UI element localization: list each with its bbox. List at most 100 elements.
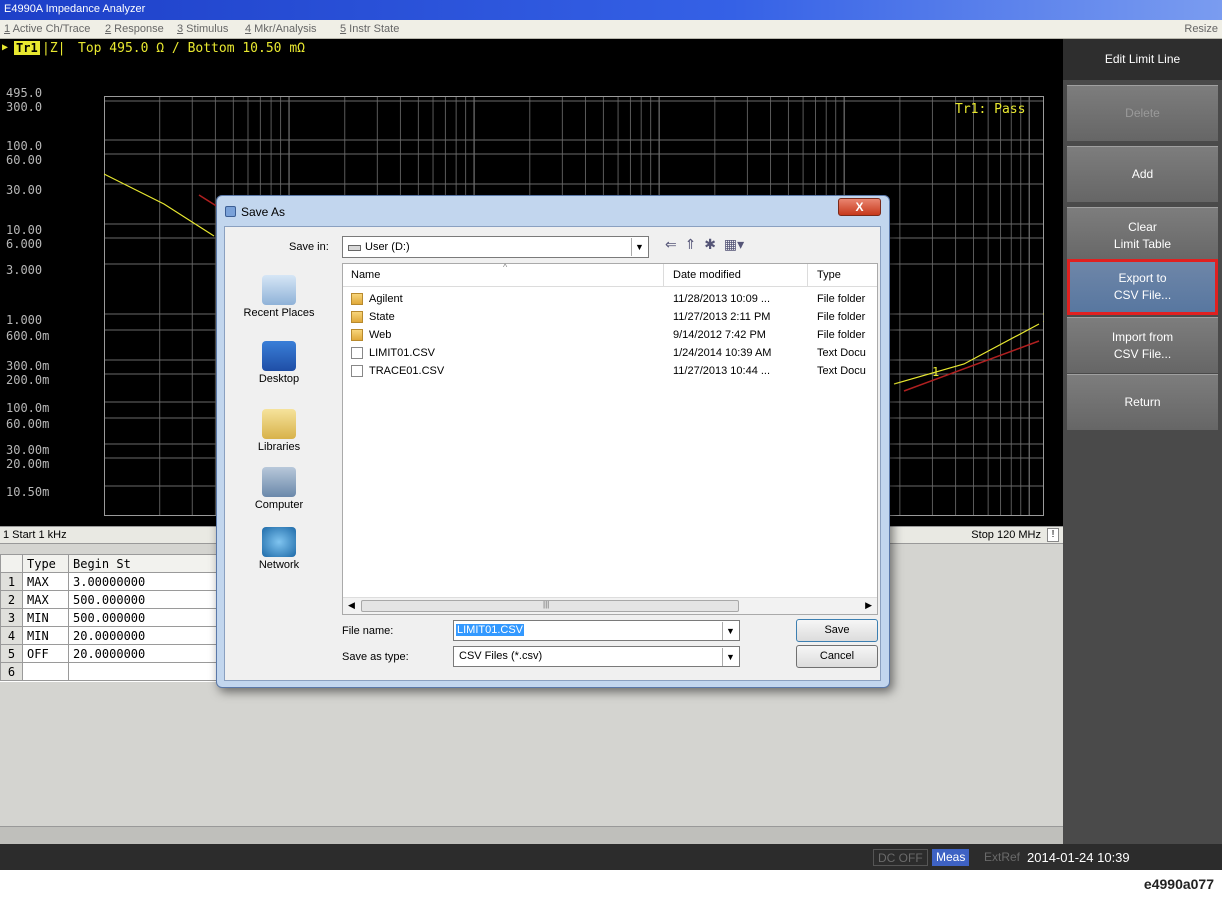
delete-button[interactable]: Delete [1067, 85, 1218, 141]
type-cell[interactable]: MIN [22, 626, 69, 645]
dialog-body: Save in: User (D:) ▼ ⇐ ⇑ ✱ ▦▾ Recent Pla… [224, 226, 881, 681]
start-frequency[interactable]: 1 Start 1 kHz [3, 529, 67, 541]
place-libraries[interactable]: Libraries [229, 409, 329, 453]
y-axis-label: 600.0m [6, 329, 50, 343]
row-number: 3 [0, 608, 23, 627]
column-header-name[interactable]: Name [351, 269, 380, 281]
dc-status: DC OFF [873, 849, 928, 866]
y-axis-label: 10.50m [6, 485, 50, 499]
network-icon [262, 527, 296, 557]
y-axis-label: 300.0m [6, 359, 50, 373]
table-footer-bar [0, 826, 1063, 844]
scroll-left-icon[interactable]: ◀ [348, 600, 355, 611]
save-button[interactable]: Save [796, 619, 878, 642]
y-axis-label: 1.000 [6, 313, 43, 327]
type-cell[interactable]: MIN [22, 608, 69, 627]
view-menu-icon[interactable]: ▦▾ [724, 236, 744, 253]
menu-active-ch-trace[interactable]: 1 Active Ch/Trace [4, 23, 90, 35]
place-computer[interactable]: Computer [229, 467, 329, 511]
file-row[interactable]: State 11/27/2013 2:11 PM File folder [343, 309, 877, 327]
place-recent-places[interactable]: Recent Places [229, 275, 329, 319]
place-network[interactable]: Network [229, 527, 329, 571]
trace-name-badge[interactable]: Tr1 [14, 41, 40, 55]
cancel-button[interactable]: Cancel [796, 645, 878, 668]
horizontal-scrollbar[interactable]: ◀ ||| ▶ [343, 597, 877, 614]
sort-indicator-icon: ^ [503, 262, 508, 272]
figure-id: e4990a077 [1143, 876, 1214, 892]
chevron-down-icon[interactable]: ▼ [722, 648, 738, 666]
type-cell[interactable]: OFF [22, 644, 69, 663]
file-row[interactable]: LIMIT01.CSV 1/24/2014 10:39 AM Text Docu [343, 345, 877, 363]
menu-response[interactable]: 2 Response [105, 23, 164, 35]
file-list[interactable]: Name ^ Date modified Type Agilent 11/28/… [342, 262, 878, 615]
clear-limit-table-button[interactable]: Clear Limit Table [1067, 207, 1218, 263]
file-row[interactable]: Web 9/14/2012 7:42 PM File folder [343, 327, 877, 345]
file-name: State [369, 311, 395, 323]
computer-icon [262, 467, 296, 497]
import-from-csv-button[interactable]: Import from CSV File... [1067, 317, 1218, 373]
file-list-header: Name ^ Date modified Type [343, 262, 877, 287]
menu-resize[interactable]: Resize [1184, 23, 1218, 35]
scrollbar-thumb[interactable] [361, 600, 739, 612]
dialog-app-icon [225, 206, 236, 217]
menu-instr-state[interactable]: 5 Instr State [340, 23, 399, 35]
place-label: Libraries [257, 441, 301, 453]
file-name-value: LIMIT01.CSV [456, 624, 525, 636]
file-row[interactable]: Agilent 11/28/2013 10:09 ... File folder [343, 291, 877, 309]
up-folder-icon[interactable]: ⇑ [685, 236, 697, 253]
limit-line [903, 340, 1040, 392]
file-name-label: File name: [342, 625, 394, 637]
limit-pass-status: Tr1: Pass [955, 102, 1026, 117]
file-name: Agilent [369, 293, 403, 305]
new-folder-icon[interactable]: ✱ [704, 236, 716, 253]
add-button[interactable]: Add [1067, 146, 1218, 202]
dialog-title: Save As [241, 205, 286, 219]
scroll-right-icon[interactable]: ▶ [865, 600, 872, 611]
column-header-type: Type [22, 554, 69, 573]
stop-frequency[interactable]: Stop 120 MHz [971, 529, 1041, 541]
column-header-date[interactable]: Date modified [673, 269, 741, 281]
meas-status: Meas [932, 849, 970, 866]
back-arrow-icon[interactable]: ⇐ [665, 236, 677, 253]
file-type: File folder [817, 293, 866, 305]
type-cell[interactable] [22, 662, 69, 681]
menu-mkr-analysis[interactable]: 4 Mkr/Analysis [245, 23, 317, 35]
file-row[interactable]: TRACE01.CSV 11/27/2013 10:44 ... Text Do… [343, 363, 877, 381]
type-cell[interactable]: MAX [22, 572, 69, 591]
file-name: LIMIT01.CSV [369, 347, 436, 359]
file-name-input[interactable]: LIMIT01.CSV ▼ [453, 620, 740, 641]
place-label: Computer [254, 499, 304, 511]
y-axis-label: 300.0 [6, 100, 43, 114]
column-header-type[interactable]: Type [817, 269, 841, 281]
y-axis-label: 100.0m [6, 401, 50, 415]
warning-flag-icon: ! [1047, 528, 1059, 542]
column-header [0, 554, 23, 573]
marker-label: 1 [932, 365, 939, 379]
file-type: Text Docu [817, 365, 866, 377]
return-button[interactable]: Return [1067, 374, 1218, 430]
place-desktop[interactable]: Desktop [229, 341, 329, 385]
save-as-type-dropdown[interactable]: CSV Files (*.csv) ▼ [453, 646, 740, 667]
y-axis-label: 60.00m [6, 417, 50, 431]
y-axis-label: 30.00 [6, 183, 43, 197]
drive-icon [348, 245, 361, 251]
place-label: Desktop [258, 373, 300, 385]
y-axis-label: 495.0 [6, 86, 43, 100]
chevron-down-icon[interactable]: ▼ [722, 622, 738, 640]
menu-stimulus[interactable]: 3 Stimulus [177, 23, 228, 35]
row-number: 1 [0, 572, 23, 591]
place-label: Recent Places [243, 307, 315, 319]
export-to-csv-button[interactable]: Export to CSV File... [1067, 259, 1218, 315]
active-trace-indicator-icon: ▶ [2, 42, 9, 53]
window-title: E4990A Impedance Analyzer [4, 3, 146, 15]
y-axis-label: 30.00m [6, 443, 50, 457]
file-date: 1/24/2014 10:39 AM [673, 347, 772, 359]
save-in-dropdown[interactable]: User (D:) ▼ [342, 236, 649, 258]
chevron-down-icon[interactable]: ▼ [631, 238, 647, 256]
y-axis-label: 60.00 [6, 153, 43, 167]
scroll-grip-icon: ||| [543, 600, 550, 609]
file-date: 9/14/2012 7:42 PM [673, 329, 766, 341]
window-title-bar[interactable]: E4990A Impedance Analyzer [0, 0, 1222, 20]
type-cell[interactable]: MAX [22, 590, 69, 609]
dialog-close-button[interactable]: X [838, 198, 881, 216]
